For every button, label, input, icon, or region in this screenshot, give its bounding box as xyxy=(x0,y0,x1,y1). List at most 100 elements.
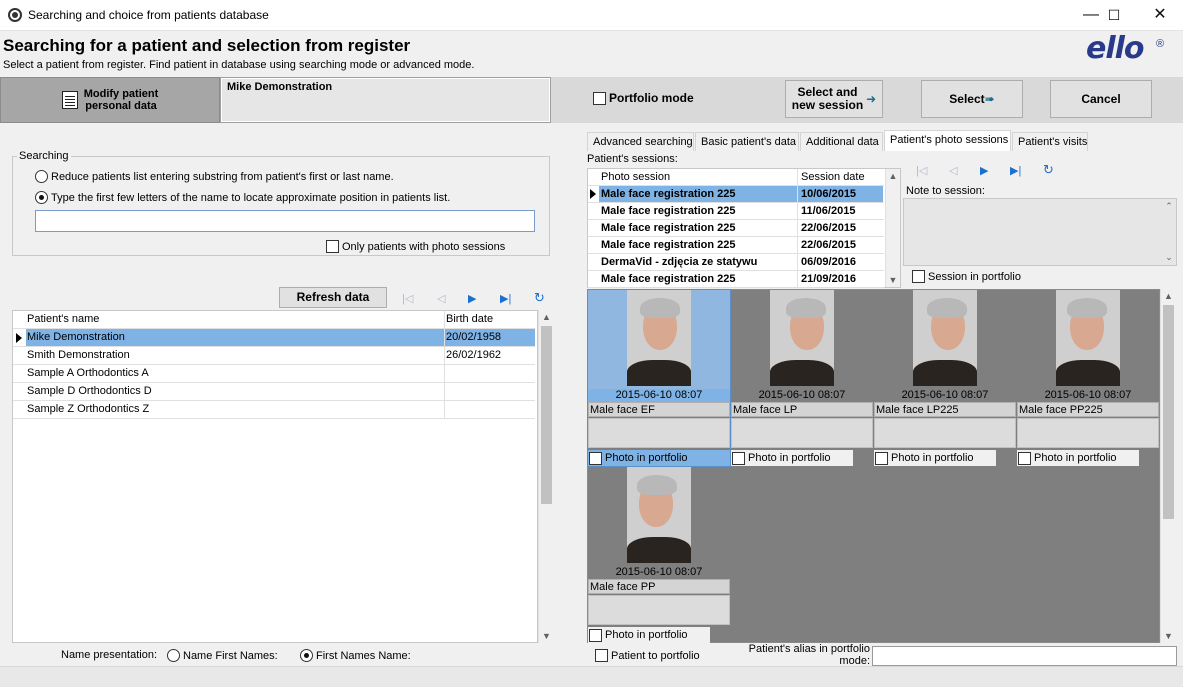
photo-note-field[interactable] xyxy=(1017,418,1159,448)
session-in-portfolio-checkbox[interactable] xyxy=(912,270,925,283)
photo-in-portfolio-checkbox[interactable] xyxy=(1018,451,1031,465)
photo-note-field[interactable] xyxy=(874,418,1016,448)
option-reduce-list[interactable]: Reduce patients list entering substring … xyxy=(35,170,394,183)
scroll-down-icon[interactable]: ⌄ xyxy=(1164,252,1174,263)
first-names-name-option[interactable]: First Names Name: xyxy=(300,649,411,662)
photo-note-field[interactable] xyxy=(588,418,730,448)
tab-advanced-searching[interactable]: Advanced searching xyxy=(587,132,694,151)
table-row[interactable]: Male face registration 225 22/06/2015 xyxy=(588,220,884,237)
column-session-date[interactable]: Session date xyxy=(798,169,883,185)
table-row[interactable]: Male face registration 225 21/09/2016 xyxy=(588,271,884,288)
patient-to-portfolio-option[interactable]: Patient to portfolio xyxy=(595,649,700,662)
nav-last-icon[interactable]: ▶| xyxy=(500,292,511,305)
patient-photo[interactable] xyxy=(627,290,691,386)
table-row[interactable]: Sample D Orthodontics D xyxy=(13,383,535,401)
type-letters-radio[interactable] xyxy=(35,191,48,204)
session-nav-refresh-icon[interactable]: ↻ xyxy=(1043,162,1054,178)
patient-photo[interactable] xyxy=(913,290,977,386)
cancel-button[interactable]: Cancel xyxy=(1050,80,1152,118)
photo-in-portfolio-option[interactable]: Photo in portfolio xyxy=(588,450,730,466)
photo-note-field[interactable] xyxy=(588,595,730,625)
close-window-button[interactable]: ✕ xyxy=(1137,0,1183,30)
refresh-data-button[interactable]: Refresh data xyxy=(279,287,387,308)
session-nav-prev-icon[interactable]: ◁ xyxy=(949,164,957,177)
photo-card[interactable]: 2015-06-10 08:07 Male face LP Photo in p… xyxy=(731,290,873,466)
photo-in-portfolio-label: Photo in portfolio xyxy=(1034,452,1117,464)
photo-in-portfolio-option[interactable]: Photo in portfolio xyxy=(1017,450,1139,466)
nav-first-icon[interactable]: |◁ xyxy=(402,292,413,305)
tab-photo-sessions[interactable]: Patient's photo sessions xyxy=(884,130,1011,151)
photo-gallery-scrollbar[interactable]: ▲ ▼ xyxy=(1160,289,1176,643)
tab-patient-visits[interactable]: Patient's visits xyxy=(1012,132,1088,151)
portfolio-mode-toggle[interactable]: Portfolio mode xyxy=(593,91,694,105)
scroll-thumb[interactable] xyxy=(541,326,552,504)
alias-input[interactable] xyxy=(872,646,1177,666)
portfolio-mode-checkbox[interactable] xyxy=(593,91,606,105)
select-new-session-button[interactable]: Select and new session ➜ xyxy=(785,80,883,118)
session-in-portfolio-option[interactable]: Session in portfolio xyxy=(912,270,1021,283)
current-patient-display: Mike Demonstration xyxy=(220,77,551,123)
name-first-names-radio[interactable] xyxy=(167,649,180,662)
patient-photo[interactable] xyxy=(1056,290,1120,386)
scroll-up-icon[interactable]: ▲ xyxy=(1161,291,1176,301)
scroll-up-icon[interactable]: ▲ xyxy=(886,171,900,181)
nav-refresh-icon[interactable]: ↻ xyxy=(534,290,545,306)
patient-photo[interactable] xyxy=(627,467,691,563)
photo-in-portfolio-option[interactable]: Photo in portfolio xyxy=(731,450,853,466)
photo-card[interactable]: 2015-06-10 08:07 Male face EF Photo in p… xyxy=(587,289,731,467)
photo-in-portfolio-checkbox[interactable] xyxy=(589,451,602,465)
photo-note-field[interactable] xyxy=(731,418,873,448)
scroll-down-icon[interactable]: ▼ xyxy=(886,275,900,285)
photo-in-portfolio-checkbox[interactable] xyxy=(589,628,602,642)
table-row[interactable]: Smith Demonstration 26/02/1962 xyxy=(13,347,535,365)
table-row[interactable]: Sample A Orthodontics A xyxy=(13,365,535,383)
session-table-scrollbar[interactable]: ▲ ▼ xyxy=(885,169,900,287)
scroll-up-icon[interactable]: ▲ xyxy=(539,312,554,322)
session-name-cell: Male face registration 225 xyxy=(599,271,798,287)
option-type-letters[interactable]: Type the first few letters of the name t… xyxy=(35,191,450,204)
select-button[interactable]: Select ➠ xyxy=(921,80,1023,118)
nav-next-icon[interactable]: ▶ xyxy=(468,292,476,305)
photo-in-portfolio-option[interactable]: Photo in portfolio xyxy=(588,627,710,643)
photo-in-portfolio-label: Photo in portfolio xyxy=(748,452,831,464)
table-row[interactable]: DermaVid - zdjęcia ze statywu 06/09/2016 xyxy=(588,254,884,271)
name-first-names-option[interactable]: Name First Names: xyxy=(167,649,278,662)
scroll-down-icon[interactable]: ▼ xyxy=(1161,631,1176,641)
scroll-up-icon[interactable]: ⌃ xyxy=(1164,201,1174,212)
column-photo-session[interactable]: Photo session xyxy=(599,169,798,185)
reduce-list-radio[interactable] xyxy=(35,170,48,183)
maximize-button[interactable]: ☐ xyxy=(1091,0,1137,30)
column-birth-date[interactable]: Birth date xyxy=(445,311,535,328)
photo-card[interactable]: 2015-06-10 08:07 Male face PP Photo in p… xyxy=(588,467,730,643)
tab-basic-patient-data[interactable]: Basic patient's data xyxy=(695,132,799,151)
table-row[interactable]: Mike Demonstration 20/02/1958 xyxy=(13,329,535,347)
photo-in-portfolio-option[interactable]: Photo in portfolio xyxy=(874,450,996,466)
table-row[interactable]: Sample Z Orthodontics Z xyxy=(13,401,535,419)
photo-in-portfolio-checkbox[interactable] xyxy=(732,451,745,465)
photo-name: Male face LP xyxy=(731,402,873,417)
photo-card[interactable]: 2015-06-10 08:07 Male face LP225 Photo i… xyxy=(874,290,1016,466)
only-photo-sessions-checkbox[interactable] xyxy=(326,240,339,253)
only-photo-sessions-filter[interactable]: Only patients with photo sessions xyxy=(326,240,505,253)
note-to-session-field[interactable]: ⌃ ⌄ xyxy=(903,198,1177,266)
patient-table-scrollbar[interactable]: ▲ ▼ xyxy=(538,310,554,643)
column-patient-name[interactable]: Patient's name xyxy=(26,311,445,328)
first-names-name-radio[interactable] xyxy=(300,649,313,662)
nav-prev-icon[interactable]: ◁ xyxy=(437,292,445,305)
search-input[interactable] xyxy=(35,210,535,232)
tab-additional-data[interactable]: Additional data xyxy=(800,132,883,151)
modify-patient-button[interactable]: Modify patient personal data xyxy=(0,77,220,123)
patient-photo[interactable] xyxy=(770,290,834,386)
table-row[interactable]: Male face registration 225 11/06/2015 xyxy=(588,203,884,220)
scroll-thumb[interactable] xyxy=(1163,305,1174,519)
scroll-down-icon[interactable]: ▼ xyxy=(539,631,554,641)
table-row[interactable]: Male face registration 225 22/06/2015 xyxy=(588,237,884,254)
patient-to-portfolio-checkbox[interactable] xyxy=(595,649,608,662)
session-nav-first-icon[interactable]: |◁ xyxy=(916,164,927,177)
table-row[interactable]: Male face registration 225 10/06/2015 xyxy=(588,186,884,203)
photo-in-portfolio-checkbox[interactable] xyxy=(875,451,888,465)
session-nav-last-icon[interactable]: ▶| xyxy=(1010,164,1021,177)
photo-card[interactable]: 2015-06-10 08:07 Male face PP225 Photo i… xyxy=(1017,290,1159,466)
search-legend: Searching xyxy=(17,150,71,162)
session-nav-next-icon[interactable]: ▶ xyxy=(980,164,988,177)
